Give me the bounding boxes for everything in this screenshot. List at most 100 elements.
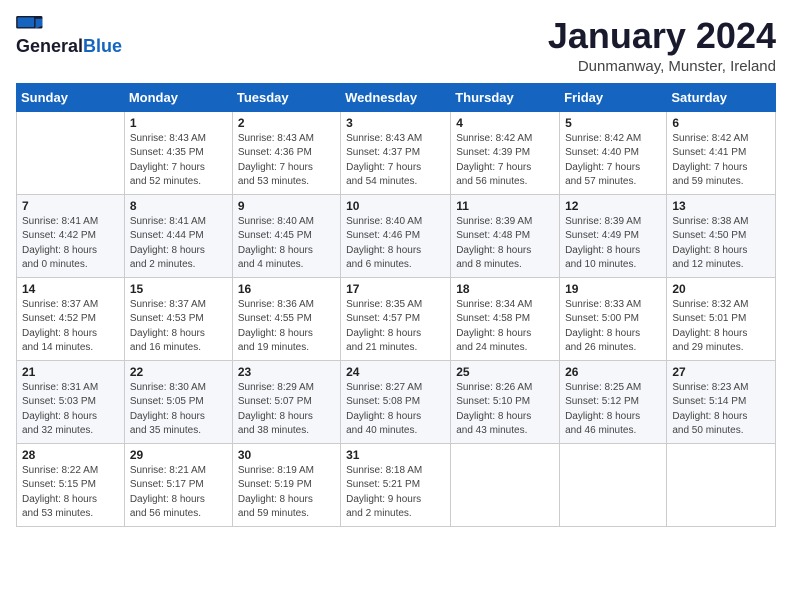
- calendar-cell: [560, 443, 667, 526]
- calendar-week-row: 1 Sunrise: 8:43 AMSunset: 4:35 PMDaylight…: [17, 111, 776, 194]
- title-area: January 2024 Dunmanway, Munster, Ireland: [548, 16, 776, 75]
- weekday-header-wednesday: Wednesday: [341, 83, 451, 111]
- calendar-cell: 17Sunrise: 8:35 AMSunset: 4:57 PMDayligh…: [341, 277, 451, 360]
- day-number: 13: [672, 199, 770, 213]
- day-info: Sunrise: 8:31 AMSunset: 5:03 PMDaylight:…: [22, 381, 119, 439]
- calendar-cell: 21 Sunrise: 8:31 AMSunset: 5:03 PMDayligh…: [17, 360, 125, 443]
- day-number: 15: [130, 282, 227, 296]
- calendar-cell: 15 Sunrise: 8:37 AMSunset: 4:53 PMDayligh…: [124, 277, 232, 360]
- day-info: Sunrise: 8:36 AMSunset: 4:55 PMDaylight:…: [238, 298, 335, 356]
- calendar-cell: 8 Sunrise: 8:41 AMSunset: 4:44 PMDaylight…: [124, 194, 232, 277]
- day-number: 24: [346, 365, 445, 379]
- weekday-header-monday: Monday: [124, 83, 232, 111]
- logo-general: General: [16, 36, 83, 57]
- day-number: 3: [346, 116, 445, 130]
- day-info: Sunrise: 8:41 AMSunset: 4:44 PMDaylight:…: [130, 215, 227, 273]
- calendar-cell: 7Sunrise: 8:41 AMSunset: 4:42 PMDaylight…: [17, 194, 125, 277]
- day-number: 27: [672, 365, 770, 379]
- day-info: Sunrise: 8:29 AMSunset: 5:07 PMDaylight:…: [238, 381, 335, 439]
- day-info: Sunrise: 8:21 AMSunset: 5:17 PMDaylight:…: [130, 464, 227, 522]
- day-number: 5: [565, 116, 661, 130]
- page-header: GeneralBlue January 2024 Dunmanway, Muns…: [16, 16, 776, 75]
- day-info: Sunrise: 8:27 AMSunset: 5:08 PMDaylight:…: [346, 381, 445, 439]
- day-number: 29: [130, 448, 227, 462]
- day-number: 4: [456, 116, 554, 130]
- day-info: Sunrise: 8:19 AMSunset: 5:19 PMDaylight:…: [238, 464, 335, 522]
- calendar-cell: 2 Sunrise: 8:43 AMSunset: 4:36 PMDaylight…: [232, 111, 340, 194]
- day-info: Sunrise: 8:43 AMSunset: 4:37 PMDaylight:…: [346, 132, 445, 190]
- calendar-cell: 20Sunrise: 8:32 AMSunset: 5:01 PMDayligh…: [667, 277, 776, 360]
- day-number: 17: [346, 282, 445, 296]
- day-info: Sunrise: 8:43 AMSunset: 4:36 PMDaylight:…: [238, 132, 335, 190]
- day-number: 6: [672, 116, 770, 130]
- day-number: 9: [238, 199, 335, 213]
- calendar-cell: 9 Sunrise: 8:40 AMSunset: 4:45 PMDaylight…: [232, 194, 340, 277]
- logo-blue: Blue: [83, 36, 122, 57]
- day-number: 1: [130, 116, 227, 130]
- calendar-cell: 24 Sunrise: 8:27 AMSunset: 5:08 PMDayligh…: [341, 360, 451, 443]
- calendar-cell: [17, 111, 125, 194]
- day-number: 23: [238, 365, 335, 379]
- day-number: 20: [672, 282, 770, 296]
- weekday-header-row: SundayMondayTuesdayWednesdayThursdayFrid…: [17, 83, 776, 111]
- calendar-cell: 27Sunrise: 8:23 AMSunset: 5:14 PMDayligh…: [667, 360, 776, 443]
- day-number: 16: [238, 282, 335, 296]
- day-info: Sunrise: 8:30 AMSunset: 5:05 PMDaylight:…: [130, 381, 227, 439]
- logo-icon: [16, 16, 44, 34]
- day-info: Sunrise: 8:39 AMSunset: 4:48 PMDaylight:…: [456, 215, 554, 273]
- day-info: Sunrise: 8:40 AMSunset: 4:46 PMDaylight:…: [346, 215, 445, 273]
- day-info: Sunrise: 8:22 AMSunset: 5:15 PMDaylight:…: [22, 464, 119, 522]
- calendar-cell: [451, 443, 560, 526]
- day-info: Sunrise: 8:42 AMSunset: 4:41 PMDaylight:…: [672, 132, 770, 190]
- day-number: 19: [565, 282, 661, 296]
- calendar-week-row: 28Sunrise: 8:22 AMSunset: 5:15 PMDayligh…: [17, 443, 776, 526]
- day-info: Sunrise: 8:25 AMSunset: 5:12 PMDaylight:…: [565, 381, 661, 439]
- day-number: 2: [238, 116, 335, 130]
- calendar-cell: 5 Sunrise: 8:42 AMSunset: 4:40 PMDaylight…: [560, 111, 667, 194]
- calendar-cell: 3 Sunrise: 8:43 AMSunset: 4:37 PMDaylight…: [341, 111, 451, 194]
- calendar-cell: 4 Sunrise: 8:42 AMSunset: 4:39 PMDaylight…: [451, 111, 560, 194]
- calendar-cell: 26 Sunrise: 8:25 AMSunset: 5:12 PMDayligh…: [560, 360, 667, 443]
- calendar-cell: 30 Sunrise: 8:19 AMSunset: 5:19 PMDayligh…: [232, 443, 340, 526]
- day-info: Sunrise: 8:33 AMSunset: 5:00 PMDaylight:…: [565, 298, 661, 356]
- calendar-cell: [667, 443, 776, 526]
- calendar-cell: 25Sunrise: 8:26 AMSunset: 5:10 PMDayligh…: [451, 360, 560, 443]
- calendar-cell: 11Sunrise: 8:39 AMSunset: 4:48 PMDayligh…: [451, 194, 560, 277]
- calendar-cell: 10 Sunrise: 8:40 AMSunset: 4:46 PMDayligh…: [341, 194, 451, 277]
- day-info: Sunrise: 8:39 AMSunset: 4:49 PMDaylight:…: [565, 215, 661, 273]
- day-info: Sunrise: 8:37 AMSunset: 4:53 PMDaylight:…: [130, 298, 227, 356]
- day-number: 7: [22, 199, 119, 213]
- day-info: Sunrise: 8:26 AMSunset: 5:10 PMDaylight:…: [456, 381, 554, 439]
- day-number: 12: [565, 199, 661, 213]
- day-info: Sunrise: 8:40 AMSunset: 4:45 PMDaylight:…: [238, 215, 335, 273]
- day-info: Sunrise: 8:34 AMSunset: 4:58 PMDaylight:…: [456, 298, 554, 356]
- calendar-cell: 29 Sunrise: 8:21 AMSunset: 5:17 PMDayligh…: [124, 443, 232, 526]
- calendar-cell: 18 Sunrise: 8:34 AMSunset: 4:58 PMDayligh…: [451, 277, 560, 360]
- weekday-header-friday: Friday: [560, 83, 667, 111]
- day-number: 22: [130, 365, 227, 379]
- day-number: 26: [565, 365, 661, 379]
- day-info: Sunrise: 8:38 AMSunset: 4:50 PMDaylight:…: [672, 215, 770, 273]
- calendar-cell: 14Sunrise: 8:37 AMSunset: 4:52 PMDayligh…: [17, 277, 125, 360]
- day-info: Sunrise: 8:18 AMSunset: 5:21 PMDaylight:…: [346, 464, 445, 522]
- day-info: Sunrise: 8:42 AMSunset: 4:40 PMDaylight:…: [565, 132, 661, 190]
- day-number: 30: [238, 448, 335, 462]
- calendar-cell: 16 Sunrise: 8:36 AMSunset: 4:55 PMDayligh…: [232, 277, 340, 360]
- calendar-cell: 31Sunrise: 8:18 AMSunset: 5:21 PMDayligh…: [341, 443, 451, 526]
- weekday-header-saturday: Saturday: [667, 83, 776, 111]
- day-number: 21: [22, 365, 119, 379]
- weekday-header-sunday: Sunday: [17, 83, 125, 111]
- weekday-header-thursday: Thursday: [451, 83, 560, 111]
- calendar-cell: 28Sunrise: 8:22 AMSunset: 5:15 PMDayligh…: [17, 443, 125, 526]
- calendar-cell: 12 Sunrise: 8:39 AMSunset: 4:49 PMDayligh…: [560, 194, 667, 277]
- day-info: Sunrise: 8:37 AMSunset: 4:52 PMDaylight:…: [22, 298, 119, 356]
- day-number: 10: [346, 199, 445, 213]
- day-info: Sunrise: 8:43 AMSunset: 4:35 PMDaylight:…: [130, 132, 227, 190]
- calendar-cell: 13 Sunrise: 8:38 AMSunset: 4:50 PMDayligh…: [667, 194, 776, 277]
- day-number: 8: [130, 199, 227, 213]
- day-number: 18: [456, 282, 554, 296]
- calendar-week-row: 7Sunrise: 8:41 AMSunset: 4:42 PMDaylight…: [17, 194, 776, 277]
- calendar-cell: 19 Sunrise: 8:33 AMSunset: 5:00 PMDayligh…: [560, 277, 667, 360]
- day-info: Sunrise: 8:42 AMSunset: 4:39 PMDaylight:…: [456, 132, 554, 190]
- calendar-table: SundayMondayTuesdayWednesdayThursdayFrid…: [16, 83, 776, 527]
